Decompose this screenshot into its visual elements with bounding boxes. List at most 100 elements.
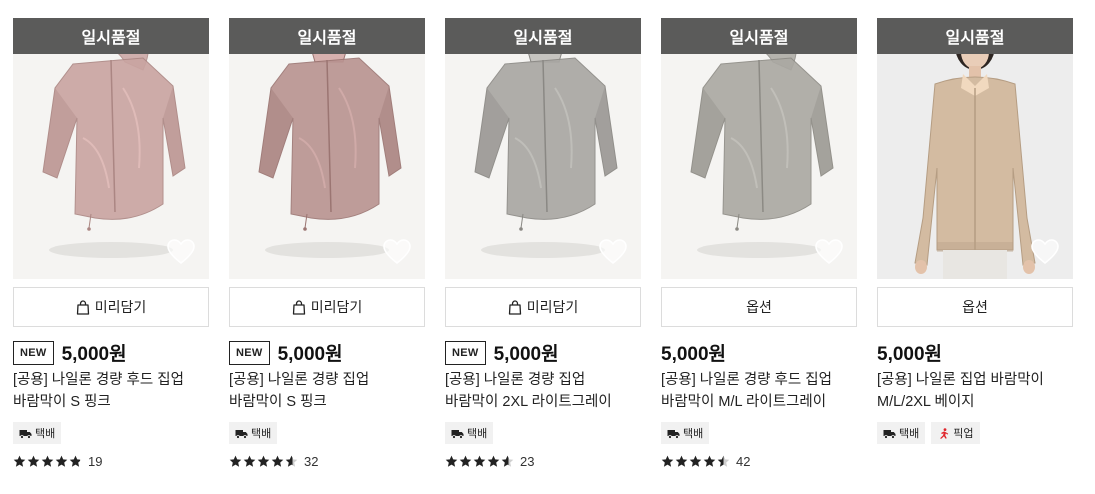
title-line-1[interactable]: [공용] 나일론 경량 집업 — [445, 369, 641, 391]
soldout-label: 일시품절 — [945, 30, 1005, 47]
product-title[interactable]: [공용] 나일론 경량 후드 집업 바람막이 M/L 라이트그레이 — [661, 369, 857, 413]
delivery-tag-label: 택배 — [899, 428, 920, 440]
review-count: 32 — [304, 454, 319, 469]
product-title[interactable]: [공용] 나일론 경량 집업 바람막이 2XL 라이트그레이 — [445, 369, 641, 413]
truck-icon — [451, 429, 464, 439]
title-line-1[interactable]: [공용] 나일론 경량 후드 집업 — [13, 369, 209, 391]
star-icon — [285, 455, 298, 468]
heart-icon[interactable] — [167, 239, 195, 265]
cart-button-label: 미리담기 — [310, 299, 363, 315]
star-icon — [689, 455, 702, 468]
delivery-tag: 택배 — [445, 422, 494, 444]
review-count: 23 — [520, 454, 535, 469]
star-rating — [229, 455, 298, 468]
review-count: 42 — [736, 454, 751, 469]
heart-icon[interactable] — [1031, 239, 1059, 265]
title-line-2[interactable]: M/L/2XL 베이지 — [877, 391, 1073, 413]
pickup-runner-icon — [940, 427, 949, 439]
delivery-tag: 택배 — [13, 422, 62, 444]
title-line-2[interactable]: 바람막이 S 핑크 — [13, 391, 209, 413]
rating: 23 — [445, 454, 534, 469]
cart-button-label: 미리담기 — [526, 299, 579, 315]
title-line-1[interactable]: [공용] 나일론 경량 후드 집업 — [661, 369, 857, 391]
product-card[interactable]: 일시품절 미리담기 NEW 5,000원 [공용] 나일론 경량 집업 바람막이… — [445, 18, 641, 469]
shopping-bag-icon — [508, 299, 521, 315]
truck-icon — [667, 429, 680, 439]
shopping-bag-icon — [292, 299, 305, 315]
star-icon — [41, 455, 54, 468]
price: 5,000원 — [661, 344, 727, 365]
delivery-tag-label: 택배 — [467, 428, 488, 440]
product-image[interactable]: 일시품절 — [661, 18, 857, 279]
price-row: NEW 5,000원 — [229, 339, 343, 366]
review-count: 19 — [88, 454, 103, 469]
rating: 32 — [229, 454, 318, 469]
star-rating — [13, 455, 82, 468]
star-icon — [271, 455, 284, 468]
star-icon — [13, 455, 26, 468]
product-image[interactable]: 일시품절 — [229, 18, 425, 279]
product-title[interactable]: [공용] 나일론 집업 바람막이 M/L/2XL 베이지 — [877, 369, 1073, 413]
cart-button[interactable]: 옵션 — [661, 287, 857, 327]
product-card[interactable]: 일시품절 옵션 5,000원 [공용] 나일론 집업 바람막이 M/L/2XL … — [877, 18, 1073, 444]
star-icon — [55, 455, 68, 468]
heart-icon[interactable] — [599, 239, 627, 265]
product-image[interactable]: 일시품절 — [877, 18, 1073, 279]
delivery-tag-label: 택배 — [683, 428, 704, 440]
heart-icon[interactable] — [383, 239, 411, 265]
title-line-1[interactable]: [공용] 나일론 경량 집업 — [229, 369, 425, 391]
cart-button-label: 옵션 — [746, 299, 772, 315]
product-card[interactable]: 일시품절 옵션 5,000원 [공용] 나일론 경량 후드 집업 바람막이 M/… — [661, 18, 857, 469]
product-image[interactable]: 일시품절 — [445, 18, 641, 279]
cart-button[interactable]: 미리담기 — [229, 287, 425, 327]
product-grid: 일시품절 미리담기 NEW 5,000원 [공용] 나일론 경량 후드 집업 바… — [0, 0, 1095, 494]
product-title[interactable]: [공용] 나일론 경량 후드 집업 바람막이 S 핑크 — [13, 369, 209, 413]
delivery-tag: 택배 — [661, 422, 710, 444]
truck-icon — [19, 429, 32, 439]
soldout-label: 일시품절 — [513, 30, 573, 47]
cart-button[interactable]: 옵션 — [877, 287, 1073, 327]
cart-button[interactable]: 미리담기 — [445, 287, 641, 327]
star-icon — [675, 455, 688, 468]
product-card[interactable]: 일시품절 미리담기 NEW 5,000원 [공용] 나일론 경량 집업 바람막이… — [229, 18, 425, 469]
star-icon — [703, 455, 716, 468]
delivery-tags: 택배 픽업 — [877, 422, 980, 444]
star-icon — [661, 455, 674, 468]
title-line-2[interactable]: 바람막이 2XL 라이트그레이 — [445, 391, 641, 413]
star-icon — [27, 455, 40, 468]
price-row: 5,000원 — [661, 339, 726, 366]
soldout-banner: 일시품절 — [661, 18, 857, 54]
delivery-tag: 택배 — [229, 422, 278, 444]
star-rating — [661, 455, 730, 468]
star-icon — [243, 455, 256, 468]
title-line-2[interactable]: 바람막이 M/L 라이트그레이 — [661, 391, 857, 413]
price: 5,000원 — [493, 344, 559, 365]
rating: 42 — [661, 454, 750, 469]
star-icon — [69, 455, 82, 468]
star-icon — [229, 455, 242, 468]
title-line-2[interactable]: 바람막이 S 핑크 — [229, 391, 425, 413]
price: 5,000원 — [277, 344, 343, 365]
star-icon — [459, 455, 472, 468]
product-card[interactable]: 일시품절 미리담기 NEW 5,000원 [공용] 나일론 경량 후드 집업 바… — [13, 18, 209, 469]
star-icon — [257, 455, 270, 468]
new-badge: NEW — [445, 340, 486, 365]
price-row: NEW 5,000원 — [13, 339, 127, 366]
delivery-tag: 택배 — [877, 422, 926, 444]
price-row: NEW 5,000원 — [445, 339, 559, 366]
product-image[interactable]: 일시품절 — [13, 18, 209, 279]
product-title[interactable]: [공용] 나일론 경량 집업 바람막이 S 핑크 — [229, 369, 425, 413]
delivery-tags: 택배 — [661, 422, 710, 444]
cart-button-label: 미리담기 — [94, 299, 147, 315]
cart-button[interactable]: 미리담기 — [13, 287, 209, 327]
delivery-tag-label: 택배 — [251, 428, 272, 440]
delivery-tag-label: 택배 — [35, 428, 56, 440]
new-badge: NEW — [13, 340, 54, 365]
soldout-banner: 일시품절 — [877, 18, 1073, 54]
cart-button-label: 옵션 — [962, 299, 988, 315]
truck-icon — [235, 429, 248, 439]
title-line-1[interactable]: [공용] 나일론 집업 바람막이 — [877, 369, 1073, 391]
heart-icon[interactable] — [815, 239, 843, 265]
star-icon — [717, 455, 730, 468]
star-icon — [445, 455, 458, 468]
